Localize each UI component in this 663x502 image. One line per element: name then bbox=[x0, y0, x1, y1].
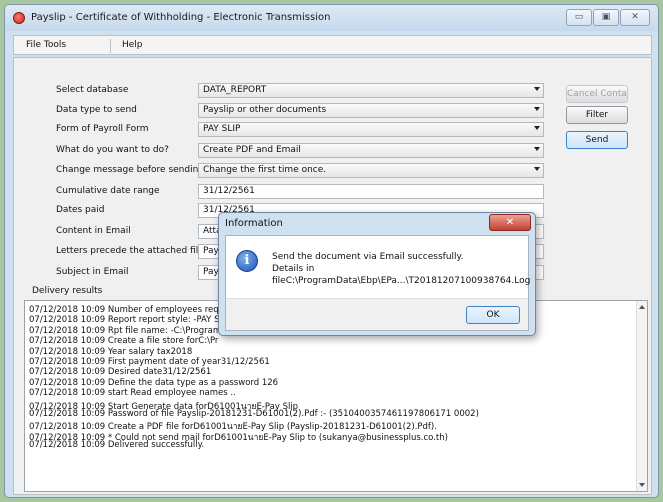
form-value: 31/12/2561 bbox=[203, 186, 255, 196]
log-line: 07/12/2018 10:09 Password of file Paysli… bbox=[29, 409, 479, 419]
maximize-button[interactable]: ▣ bbox=[593, 9, 619, 26]
form-select[interactable]: Create PDF and Email bbox=[198, 143, 544, 158]
scroll-down-icon[interactable] bbox=[639, 483, 645, 487]
dropdown-arrow-icon[interactable] bbox=[534, 126, 540, 130]
dialog-message-line1: Send the document via Email successfully… bbox=[272, 252, 464, 262]
form-label: Select database bbox=[56, 85, 129, 95]
form-select[interactable]: Payslip or other documents bbox=[198, 103, 544, 118]
info-icon: i bbox=[236, 250, 258, 272]
scroll-up-icon[interactable] bbox=[639, 305, 645, 309]
log-line: 07/12/2018 10:09 Year salary tax2018 bbox=[29, 346, 193, 357]
form-select[interactable]: DATA_REPORT bbox=[198, 83, 544, 98]
menu-help[interactable]: Help bbox=[122, 40, 143, 50]
form-select[interactable]: Change the first time once. bbox=[198, 163, 544, 178]
send-button[interactable]: Send bbox=[566, 131, 628, 149]
delivery-results-label: Delivery results bbox=[32, 286, 103, 296]
log-line: 07/12/2018 10:09 Delivered successfully. bbox=[29, 440, 205, 451]
form-label: Form of Payroll Form bbox=[56, 124, 149, 134]
close-button[interactable]: ✕ bbox=[620, 9, 650, 26]
menu-bar: File Tools Help bbox=[13, 35, 652, 55]
dropdown-arrow-icon[interactable] bbox=[534, 107, 540, 111]
form-label: Subject in Email bbox=[56, 267, 129, 277]
dialog-title: Information bbox=[225, 218, 283, 229]
form-label: Change message before sending e bbox=[56, 165, 202, 175]
app-icon bbox=[13, 12, 25, 24]
form-input[interactable]: 31/12/2561 bbox=[198, 184, 544, 199]
log-line: 07/12/2018 10:09 start Read employee nam… bbox=[29, 388, 236, 399]
log-line: 07/12/2018 10:09 Create a file store for… bbox=[29, 336, 219, 347]
cancel-contact-button[interactable]: Cancel Contac bbox=[566, 85, 628, 103]
dialog-footer: OK bbox=[226, 298, 528, 330]
window-title: Payslip - Certificate of Withholding - E… bbox=[31, 12, 331, 23]
log-line: 07/12/2018 10:09 Rpt file name: -C:\Prog… bbox=[29, 325, 222, 336]
form-value: Change the first time once. bbox=[203, 165, 327, 175]
form-value: Payslip or other documents bbox=[203, 105, 327, 115]
filter-button[interactable]: Filter bbox=[566, 106, 628, 124]
form-label: Dates paid bbox=[56, 205, 105, 215]
log-line: 07/12/2018 10:09 Define the data type as… bbox=[29, 377, 279, 388]
form-label: What do you want to do? bbox=[56, 145, 169, 155]
form-value: PAY SLIP bbox=[203, 124, 241, 134]
dropdown-arrow-icon[interactable] bbox=[534, 167, 540, 171]
log-scrollbar[interactable] bbox=[636, 301, 647, 491]
dropdown-arrow-icon[interactable] bbox=[534, 87, 540, 91]
minimize-button[interactable]: ▭ bbox=[566, 9, 592, 26]
title-bar: Payslip - Certificate of Withholding - E… bbox=[5, 5, 658, 31]
form-label: Letters precede the attached file r bbox=[56, 246, 202, 256]
form-label: Data type to send bbox=[56, 105, 137, 115]
dropdown-arrow-icon[interactable] bbox=[534, 147, 540, 151]
dialog-message-line2: Details in bbox=[272, 264, 315, 274]
dialog-body: i Send the document via Email successful… bbox=[225, 235, 531, 331]
log-line: 07/12/2018 10:09 Desired date31/12/2561 bbox=[29, 367, 212, 378]
dialog-message-line3: fileC:\ProgramData\Ebp\EPa...\T201812071… bbox=[272, 276, 531, 286]
log-line: 07/12/2018 10:09 First payment date of y… bbox=[29, 357, 270, 367]
form-label: Cumulative date range bbox=[56, 186, 160, 196]
menu-file-tools[interactable]: File Tools bbox=[26, 40, 66, 50]
dialog-close-button[interactable]: ✕ bbox=[489, 214, 531, 231]
menu-separator bbox=[110, 39, 111, 53]
information-dialog: Information ✕ i Send the document via Em… bbox=[218, 212, 536, 336]
form-label: Content in Email bbox=[56, 226, 131, 236]
ok-button[interactable]: OK bbox=[466, 306, 520, 324]
form-select[interactable]: PAY SLIP bbox=[198, 122, 544, 137]
log-line: 07/12/2018 10:09 Report report style: -P… bbox=[29, 315, 220, 326]
form-value: DATA_REPORT bbox=[203, 85, 267, 95]
form-value: Create PDF and Email bbox=[203, 145, 301, 155]
log-line: 07/12/2018 10:09 Number of employees req… bbox=[29, 305, 225, 315]
